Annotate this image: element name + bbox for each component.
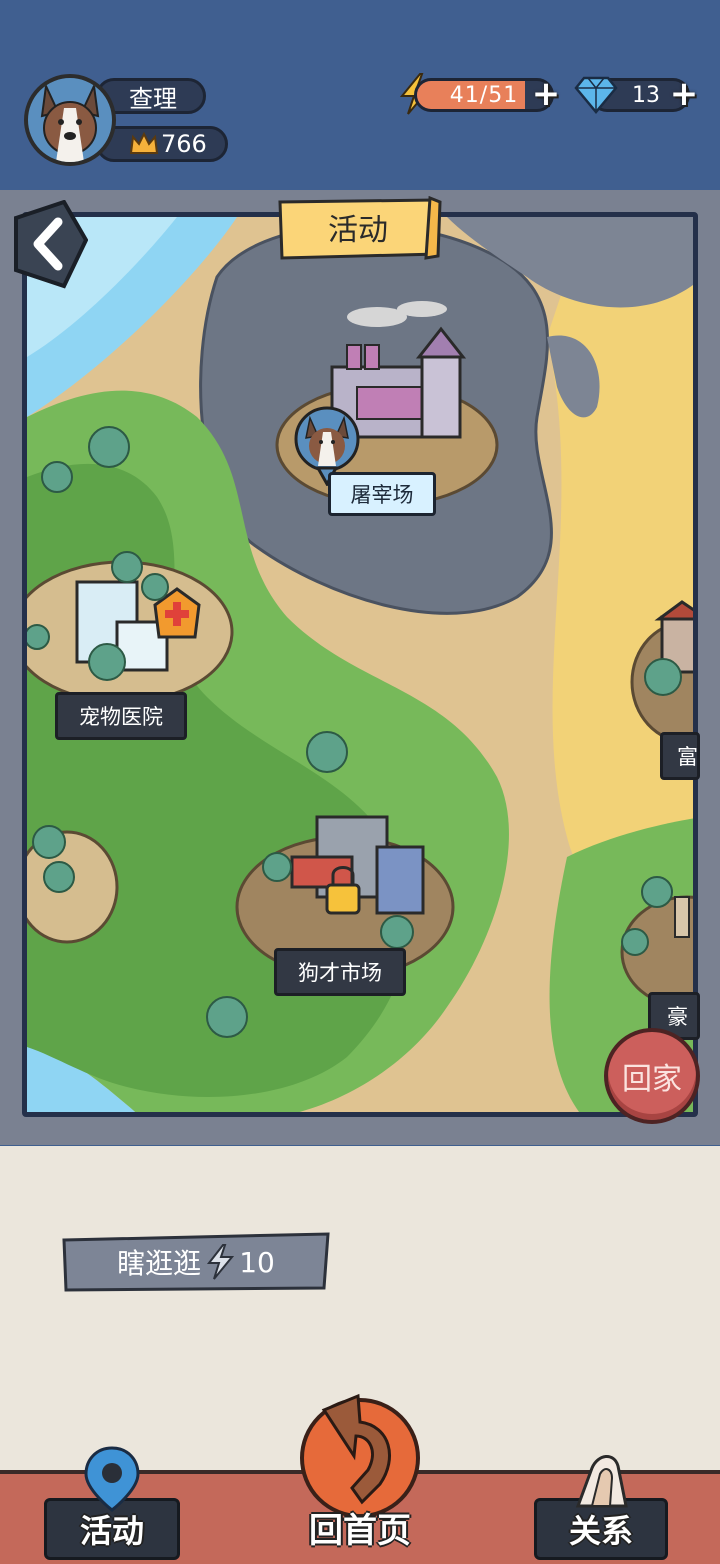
nav-tab-relations[interactable]: 关系 bbox=[534, 1446, 668, 1560]
nav-plate: 回首页 bbox=[292, 1496, 428, 1558]
chevron-left-icon bbox=[14, 199, 89, 289]
location-slaughterhouse[interactable]: 屠宰场 bbox=[328, 472, 436, 516]
map-pin-icon bbox=[84, 1446, 140, 1512]
wander-button-content: 瞎逛逛 10 bbox=[62, 1232, 330, 1292]
location-label: 豪 bbox=[667, 1005, 688, 1029]
add-energy-button[interactable]: + bbox=[532, 74, 561, 114]
gem-icon bbox=[574, 76, 618, 114]
nav-tab-home[interactable]: 回首页 bbox=[292, 1392, 428, 1560]
wander-cost: 10 bbox=[239, 1245, 275, 1279]
location-dog-market[interactable]: 狗才市场 bbox=[274, 948, 406, 996]
location-label: 富 bbox=[677, 745, 698, 769]
handshake-icon bbox=[575, 1455, 628, 1508]
map-title-banner: 活动 bbox=[274, 196, 442, 262]
location-label: 狗才市场 bbox=[298, 961, 382, 985]
back-button[interactable] bbox=[8, 199, 89, 290]
lock-icon bbox=[325, 883, 361, 915]
lightning-icon bbox=[207, 1244, 235, 1280]
nav-label: 活动 bbox=[79, 1512, 144, 1550]
add-gems-button[interactable]: + bbox=[670, 74, 699, 114]
player-score: 766 bbox=[161, 130, 207, 158]
wander-button[interactable]: 瞎逛逛 10 bbox=[62, 1232, 330, 1292]
nav-tab-activity[interactable]: 活动 bbox=[44, 1446, 180, 1560]
wander-label: 瞎逛逛 bbox=[117, 1247, 202, 1280]
location-pet-hospital[interactable]: 宠物医院 bbox=[55, 692, 187, 740]
go-home-label: 回家 bbox=[622, 1062, 682, 1097]
go-home-button[interactable]: 回家 bbox=[604, 1028, 700, 1124]
player-name: 查理 bbox=[129, 84, 177, 113]
map-title: 活动 bbox=[328, 213, 388, 248]
player-avatar[interactable] bbox=[24, 74, 116, 166]
location-label: 宠物医院 bbox=[79, 705, 163, 729]
crown-icon bbox=[129, 131, 159, 154]
nav-label: 回首页 bbox=[309, 1510, 411, 1551]
nav-label: 关系 bbox=[568, 1512, 633, 1550]
location-label: 屠宰场 bbox=[350, 483, 414, 507]
player-score-pill: 766 bbox=[96, 126, 228, 162]
location-partial-1[interactable]: 富 bbox=[660, 732, 700, 780]
dog-avatar-icon bbox=[40, 82, 100, 162]
gem-count: 13 bbox=[632, 82, 660, 108]
